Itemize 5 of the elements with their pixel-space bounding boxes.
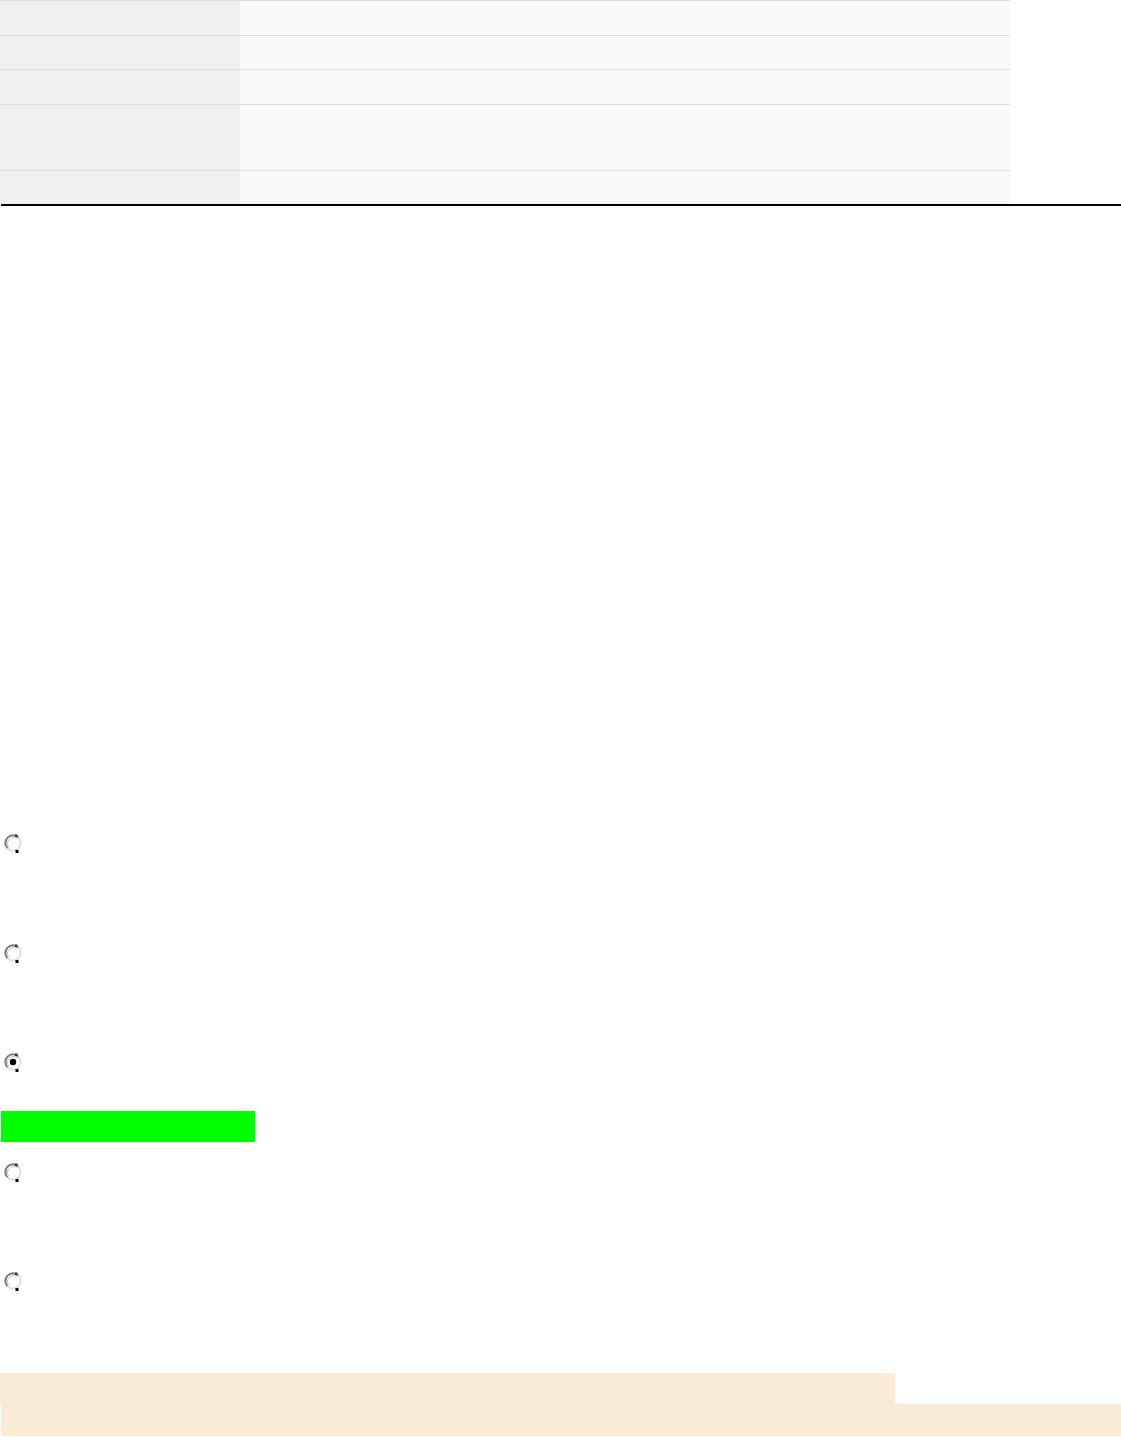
radio-button[interactable] <box>4 942 22 963</box>
radio-button[interactable] <box>4 1161 22 1182</box>
radio-button[interactable] <box>4 1271 22 1291</box>
radio-button[interactable] <box>4 1052 22 1072</box>
radio-button[interactable] <box>4 833 22 853</box>
